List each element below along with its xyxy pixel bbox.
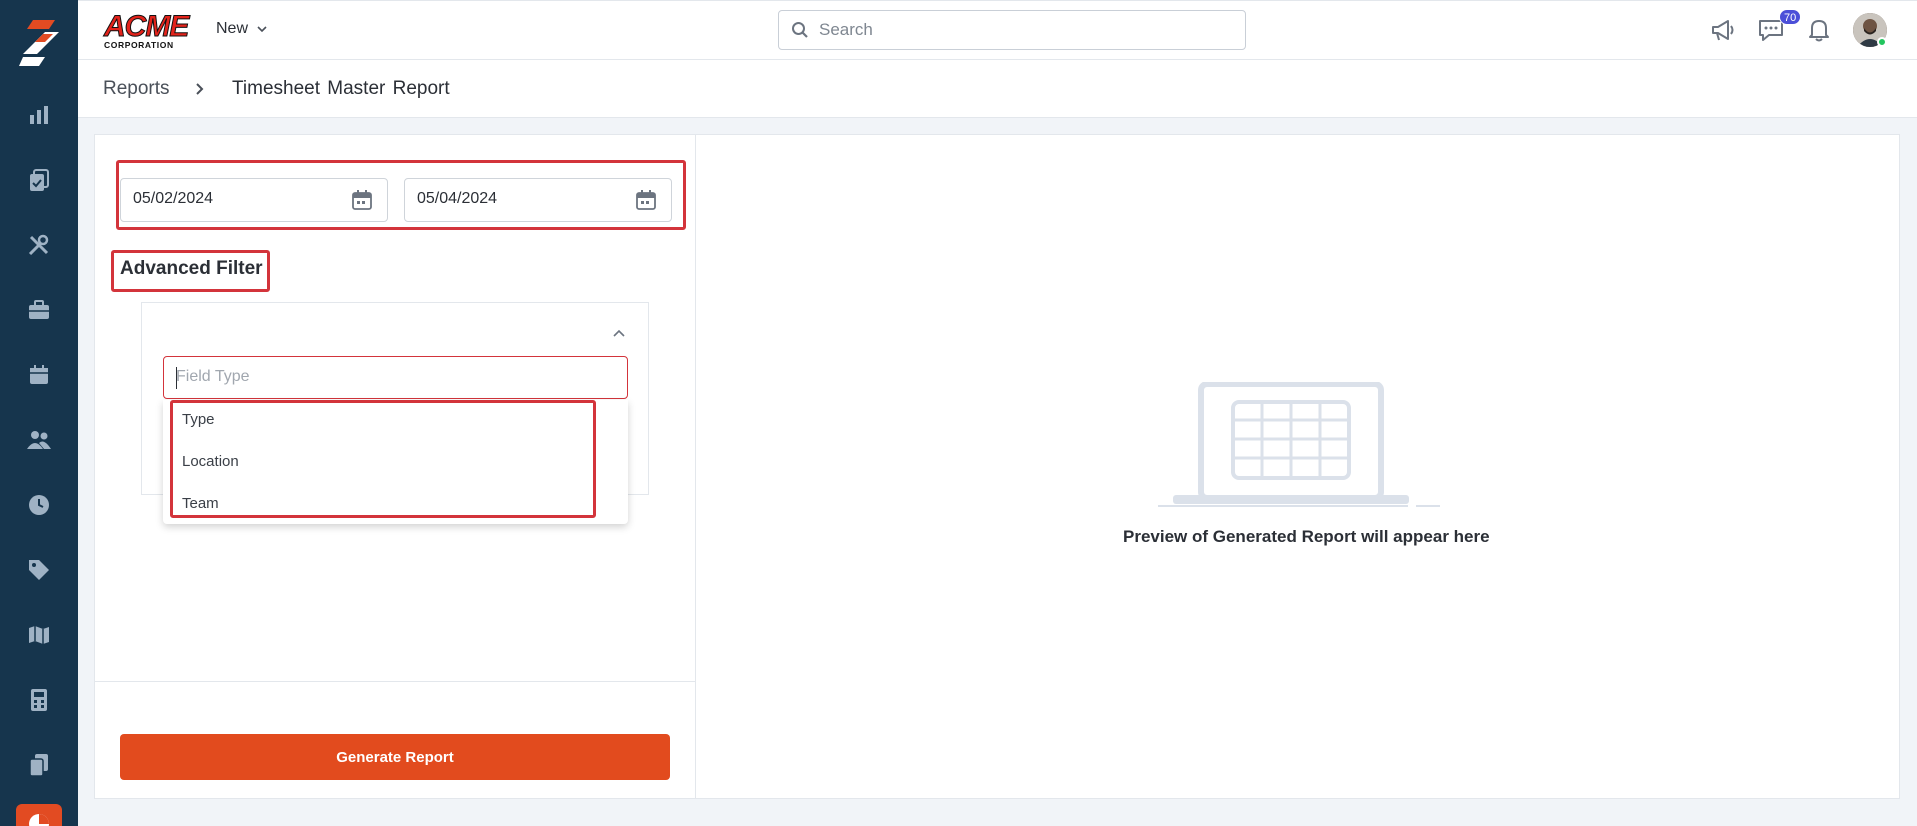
search-icon xyxy=(792,22,808,38)
end-date-input[interactable] xyxy=(417,190,617,208)
notifications-button[interactable] xyxy=(1803,14,1835,46)
breadcrumb-reports-link[interactable]: Reports xyxy=(103,78,170,100)
calendar-icon xyxy=(30,365,48,384)
sidebar-item-dashboard[interactable] xyxy=(24,100,54,130)
advanced-filter-heading: Advanced Filter xyxy=(120,258,263,279)
map-icon xyxy=(29,626,49,644)
new-menu-button[interactable]: New xyxy=(216,20,268,38)
calendar-picker-icon[interactable] xyxy=(635,189,657,211)
page-title: Timesheet Master Report xyxy=(232,78,450,99)
briefcase-icon xyxy=(29,300,49,319)
sidebar-item-people[interactable] xyxy=(24,425,54,455)
documents-icon xyxy=(29,754,48,777)
search-input[interactable] xyxy=(819,20,1219,40)
online-status-dot xyxy=(1877,37,1887,47)
sidebar-item-calculator[interactable] xyxy=(24,685,54,715)
tools-icon xyxy=(28,234,49,256)
megaphone-icon xyxy=(1712,20,1734,41)
calendar-picker-icon[interactable] xyxy=(351,189,373,211)
sidebar-item-jobs[interactable] xyxy=(24,295,54,325)
preview-placeholder-message: Preview of Generated Report will appear … xyxy=(1123,527,1490,546)
field-type-input[interactable] xyxy=(176,368,606,386)
sidebar-item-tasks[interactable] xyxy=(24,165,54,195)
dropdown-options-highlight xyxy=(170,400,596,518)
clipboard-check-icon xyxy=(30,169,49,191)
bar-chart-icon xyxy=(30,106,48,124)
new-menu-label: New xyxy=(216,20,249,37)
search-box[interactable] xyxy=(778,10,1246,50)
sidebar-item-reports[interactable] xyxy=(16,804,62,826)
start-date-field[interactable] xyxy=(120,178,388,222)
tag-icon xyxy=(29,560,49,580)
text-cursor xyxy=(176,367,177,389)
start-date-input[interactable] xyxy=(133,190,333,208)
laptop-table-illustration xyxy=(1158,382,1440,507)
sidebar-item-tags[interactable] xyxy=(24,555,54,585)
breadcrumb: Reports Timesheet Master Report xyxy=(78,60,1917,118)
bell-icon xyxy=(1809,20,1829,42)
chevron-right-icon xyxy=(196,83,204,95)
chevron-down-icon xyxy=(257,26,267,33)
pie-chart-icon xyxy=(29,814,49,826)
chevron-up-icon[interactable] xyxy=(610,324,628,342)
users-icon xyxy=(27,431,51,449)
sidebar xyxy=(0,0,78,826)
sidebar-item-calendar[interactable] xyxy=(24,360,54,390)
field-type-select[interactable] xyxy=(163,356,628,399)
clock-icon xyxy=(29,495,49,515)
end-date-field[interactable] xyxy=(404,178,672,222)
panel-divider xyxy=(94,681,696,682)
generate-report-button[interactable]: Generate Report xyxy=(120,734,670,780)
sidebar-item-time[interactable] xyxy=(24,490,54,520)
brand-name: ACME xyxy=(104,10,190,43)
announcements-button[interactable] xyxy=(1707,14,1739,46)
sidebar-item-tools[interactable] xyxy=(24,230,54,260)
calculator-icon xyxy=(31,689,47,711)
brand-logo[interactable]: ACME CORPORATION xyxy=(104,10,192,52)
sidebar-item-documents[interactable] xyxy=(24,750,54,780)
sidebar-item-map[interactable] xyxy=(24,620,54,650)
notification-count-badge: 70 xyxy=(1779,9,1802,25)
app-logo-icon[interactable] xyxy=(19,20,59,66)
